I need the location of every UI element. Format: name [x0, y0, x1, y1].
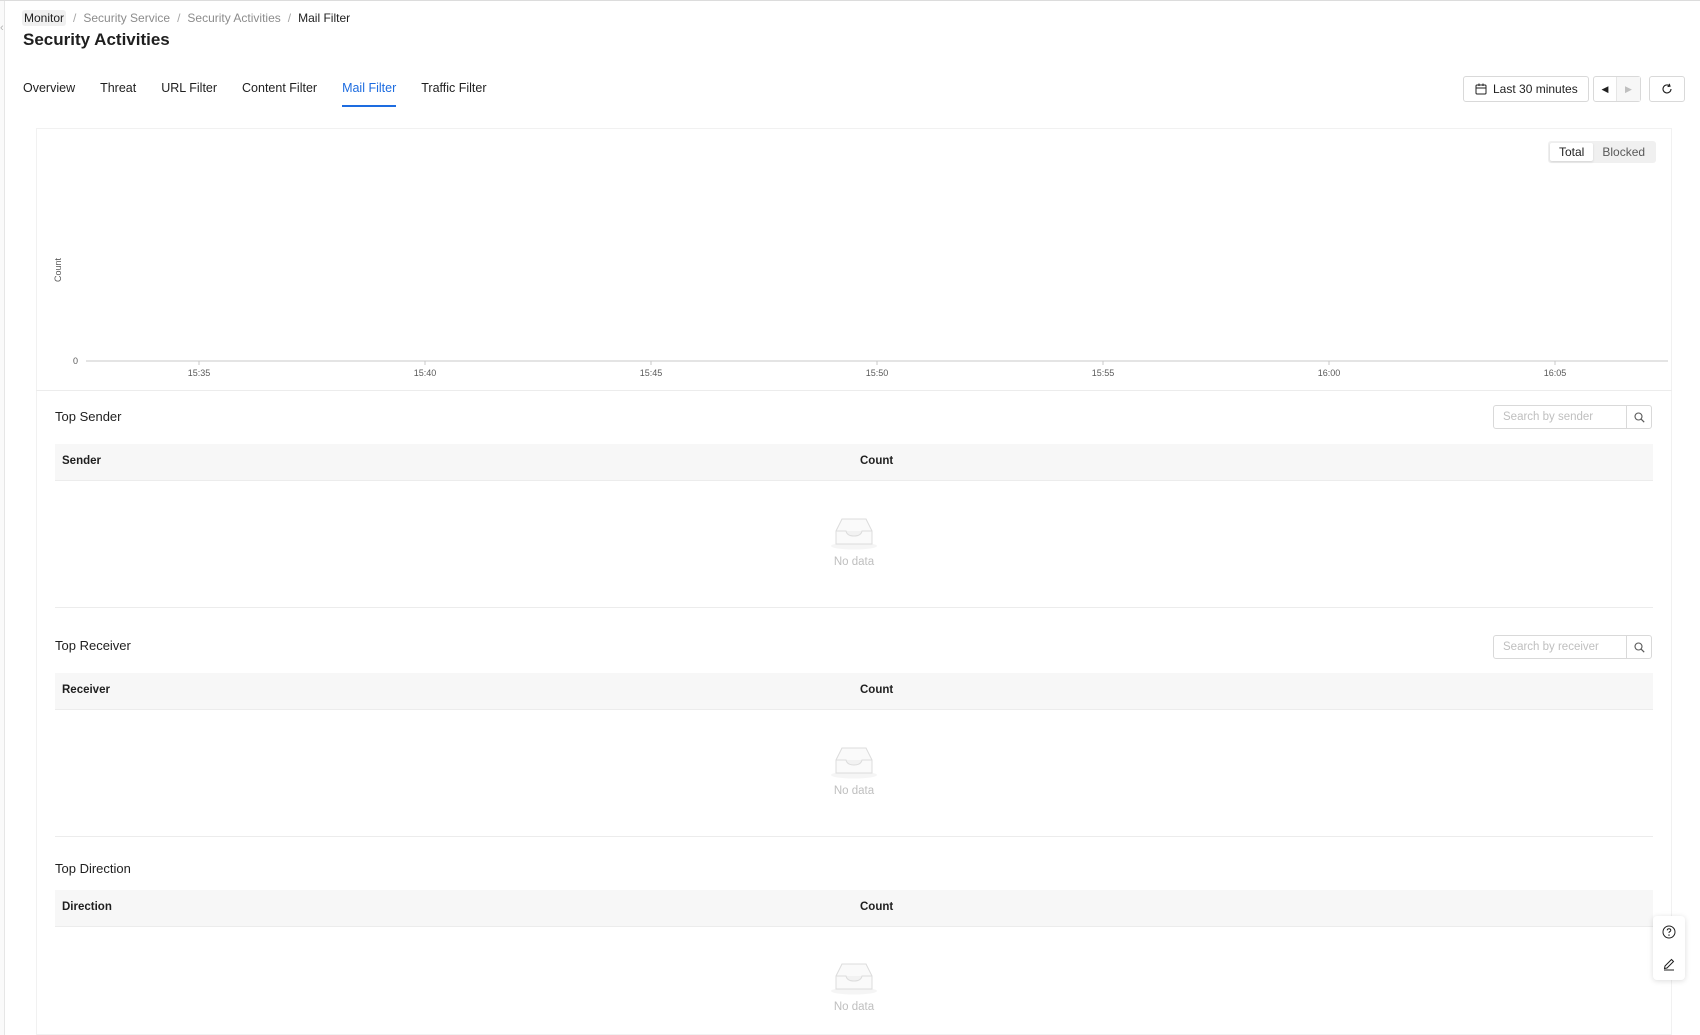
- refresh-button[interactable]: [1649, 76, 1685, 102]
- column-receiver: Receiver: [62, 684, 110, 696]
- chart-x-tick-label: 15:45: [640, 368, 663, 378]
- column-count: Count: [860, 684, 894, 696]
- direction-table-header: Direction Count: [55, 890, 1653, 927]
- top-receiver-title: Top Receiver: [55, 638, 131, 653]
- page-title: Security Activities: [23, 30, 170, 49]
- caret-left-icon: ◀: [1601, 83, 1609, 94]
- refresh-icon: [1662, 83, 1672, 94]
- breadcrumb-separator: /: [177, 11, 181, 25]
- column-sender: Sender: [62, 455, 101, 467]
- sender-table-header: Sender Count: [55, 444, 1653, 481]
- tab-url-filter[interactable]: URL Filter: [161, 78, 217, 124]
- receiver-table-header: Receiver Count: [55, 673, 1653, 710]
- top-border: [0, 0, 1700, 1]
- tab-overview[interactable]: Overview: [23, 78, 75, 124]
- tab-mail-filter[interactable]: Mail Filter: [342, 78, 397, 124]
- breadcrumb-monitor[interactable]: Monitor: [22, 10, 67, 26]
- chart-x-tick-label: 15:50: [866, 368, 889, 378]
- receiver-search-input[interactable]: [1494, 636, 1627, 658]
- tab-traffic-filter[interactable]: Traffic Filter: [421, 78, 486, 124]
- empty-inbox-icon: [831, 518, 877, 550]
- calendar-icon: [1475, 83, 1487, 95]
- receiver-search: [1493, 635, 1652, 659]
- time-nav-group: ◀ ▶: [1593, 76, 1641, 102]
- caret-right-icon: ▶: [1625, 83, 1632, 94]
- breadcrumb-security-activities[interactable]: Security Activities: [187, 11, 280, 25]
- column-count: Count: [860, 901, 894, 913]
- chart-x-tick-label: 16:00: [1318, 368, 1341, 378]
- receiver-empty-state: No data: [810, 745, 898, 797]
- column-direction: Direction: [62, 901, 112, 913]
- sender-search-button[interactable]: [1627, 406, 1651, 428]
- breadcrumb-separator: /: [73, 11, 77, 25]
- tab-threat[interactable]: Threat: [100, 78, 136, 124]
- sender-search: [1493, 405, 1652, 429]
- toggle-total[interactable]: Total: [1550, 143, 1594, 161]
- empty-inbox-icon: [831, 747, 877, 779]
- chart-x-ticks: 15:35 15:40 15:45 15:50 15:55 16:00 16:05: [188, 361, 1567, 378]
- breadcrumb-security-service[interactable]: Security Service: [83, 11, 170, 25]
- chart-x-tick-label: 15:55: [1092, 368, 1115, 378]
- empty-inbox-icon: [831, 963, 877, 995]
- mail-filter-chart: Count 0 15:35 15:40 15:45 15:50 15:55 16:00 16…: [53, 258, 1668, 378]
- column-count: Count: [860, 455, 894, 467]
- time-range-label: Last 30 minutes: [1493, 82, 1578, 96]
- top-direction-title: Top Direction: [55, 861, 131, 876]
- search-icon: [1633, 411, 1645, 423]
- empty-text: No data: [833, 1001, 875, 1013]
- breadcrumb-separator: /: [287, 11, 292, 25]
- empty-text: No data: [833, 785, 875, 797]
- toggle-blocked[interactable]: Blocked: [1593, 143, 1654, 161]
- previous-period-button[interactable]: ◀: [1594, 77, 1618, 101]
- chart-x-tick-label: 15:40: [414, 368, 437, 378]
- search-icon: [1633, 641, 1645, 653]
- chart-y-axis-label: Count: [53, 258, 63, 283]
- next-period-button[interactable]: ▶: [1617, 77, 1640, 101]
- sender-divider: [55, 607, 1653, 608]
- chart-divider: [36, 390, 1672, 391]
- left-rail: [0, 1, 5, 1035]
- help-button[interactable]: [1659, 922, 1679, 942]
- time-range-picker[interactable]: Last 30 minutes: [1463, 76, 1589, 102]
- floating-toolbar: [1653, 916, 1685, 980]
- collapse-sidebar-icon[interactable]: ‹: [0, 17, 11, 39]
- top-sender-title: Top Sender: [55, 409, 122, 424]
- sender-search-input[interactable]: [1494, 406, 1627, 428]
- tab-content-filter[interactable]: Content Filter: [242, 78, 317, 124]
- help-icon: [1662, 925, 1676, 939]
- sender-empty-state: No data: [810, 516, 898, 568]
- edit-icon: [1663, 958, 1675, 971]
- breadcrumb-mail-filter: Mail Filter: [298, 11, 351, 25]
- edit-button[interactable]: [1659, 954, 1679, 974]
- chart-x-tick-label: 15:35: [188, 368, 211, 378]
- receiver-divider: [55, 836, 1653, 837]
- chart-x-tick-label: 16:05: [1544, 368, 1567, 378]
- tab-bar: Overview Threat URL Filter Content Filte…: [23, 78, 512, 124]
- chart-y-tick: 0: [73, 356, 78, 366]
- receiver-search-button[interactable]: [1627, 636, 1651, 658]
- direction-empty-state: No data: [810, 961, 898, 1013]
- breadcrumb: Monitor / Security Service / Security Ac…: [22, 8, 350, 28]
- empty-text: No data: [833, 556, 875, 568]
